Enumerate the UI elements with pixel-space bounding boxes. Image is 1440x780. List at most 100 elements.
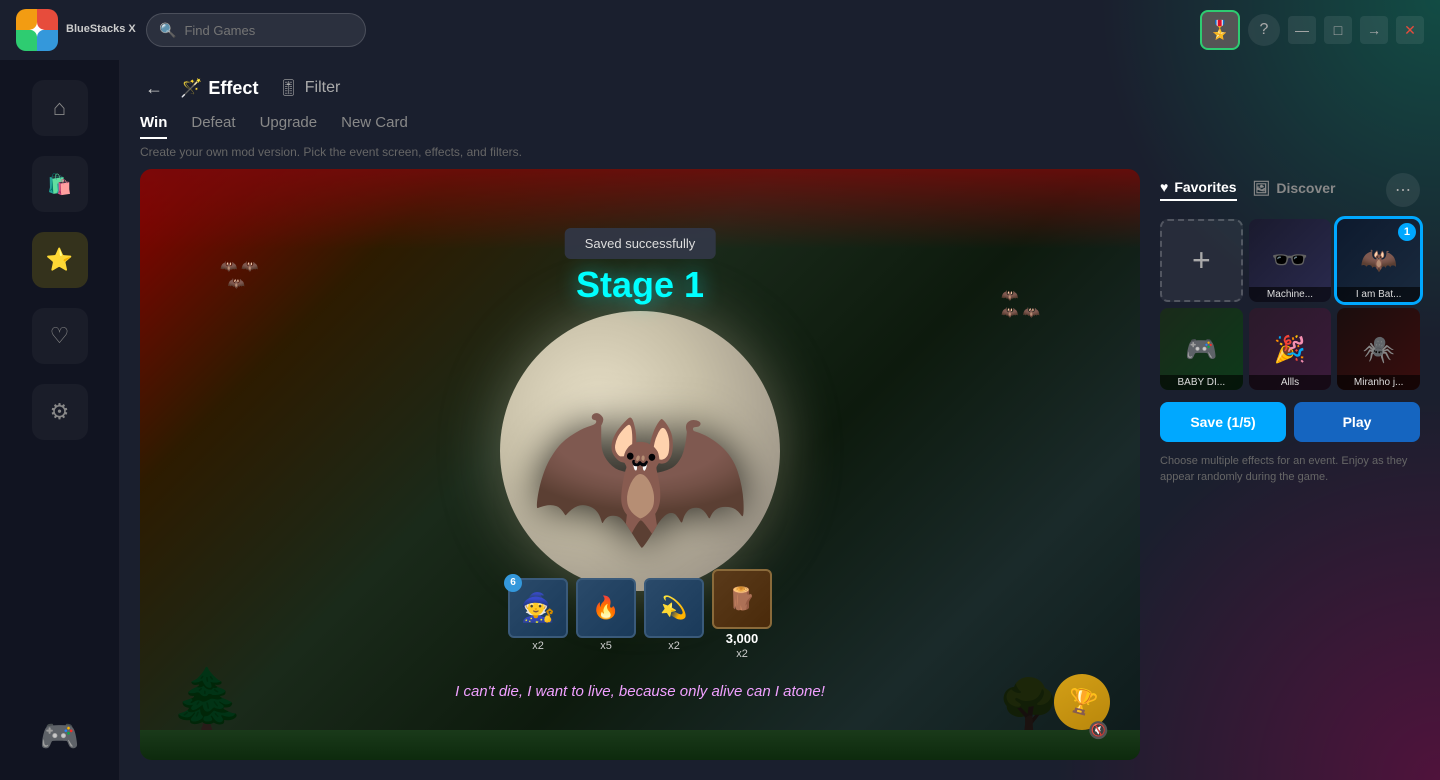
thumb-allls-label: Allls [1249, 375, 1332, 390]
section-header: 🪄 Effect [180, 78, 258, 99]
saved-toast: Saved successfully [565, 228, 716, 259]
card-row: 🧙 6 x2 🔥 x5 💫 [508, 569, 772, 660]
panel-tab-discover[interactable]: 🖼 Discover [1253, 179, 1336, 201]
thumbnails-grid: + 🕶️ Machine... 🦇 I am Bat... 1 🎮 BABY D… [1160, 219, 1420, 390]
thumb-batman-content: 🦇 [1360, 243, 1397, 278]
filter-icon: 🎚 [278, 78, 298, 98]
action-buttons: Save (1/5) Play [1160, 402, 1420, 442]
discover-label: Discover [1276, 180, 1335, 196]
titlebar-controls: 🎖️ ? — □ → ✕ [1200, 10, 1424, 50]
trophy-emoji: 🏆 [1064, 684, 1100, 720]
search-input[interactable] [184, 23, 353, 38]
share-icon: ⋯ [1395, 180, 1411, 200]
add-new-thumbnail[interactable]: + [1160, 219, 1243, 302]
card-3-icon: 💫 [660, 595, 687, 621]
search-bar[interactable]: 🔍 [146, 13, 366, 47]
thumb-miranho-content: 🕷️ [1362, 334, 1394, 365]
favorites-label: Favorites [1174, 179, 1236, 195]
forward-button[interactable]: → [1360, 16, 1388, 44]
thumb-machine[interactable]: 🕶️ Machine... [1249, 219, 1332, 302]
card-item-4: 🪵 3,000 x2 [712, 569, 772, 660]
subtitle-text: Create your own mod version. Pick the ev… [120, 139, 1440, 169]
section-title: Effect [208, 78, 258, 99]
sidebar-item-store[interactable]: 🛍️ [32, 156, 88, 212]
panel-tab-favorites[interactable]: ♥ Favorites [1160, 179, 1237, 201]
bluestacks-logo-icon: ✦ [16, 9, 58, 51]
card-1-badge: 6 [504, 574, 522, 592]
card-box-2: 🔥 [576, 578, 636, 638]
thumb-allls[interactable]: 🎉 Allls [1249, 308, 1332, 391]
minimize-button[interactable]: — [1288, 16, 1316, 44]
heart-icon: ♡ [50, 323, 70, 349]
tab-defeat[interactable]: Defeat [191, 114, 235, 139]
add-icon: + [1192, 242, 1211, 279]
card-4-count: x2 [736, 648, 748, 660]
main-content: ← 🪄 Effect 🎚 Filter Win Defeat Upgrade N… [120, 60, 1440, 780]
thumb-baby-di[interactable]: 🎮 BABY DI... [1160, 308, 1243, 391]
bluestacks-bottom-logo: 🎮 [36, 712, 84, 760]
right-panel: ♥ Favorites 🖼 Discover ⋯ + [1160, 169, 1420, 760]
card-3-count: x2 [668, 640, 680, 652]
tree-left: 🌲 [170, 664, 245, 735]
card-item-3: 💫 x2 [644, 578, 704, 652]
card-box-3: 💫 [644, 578, 704, 638]
thumb-miranho[interactable]: 🕷️ Miranho j... [1337, 308, 1420, 391]
tree-right: 🌳 [998, 676, 1060, 735]
thumb-batman-label: I am Bat... [1337, 287, 1420, 302]
thumb-miranho-label: Miranho j... [1337, 375, 1420, 390]
sidebar-bottom: 🎮 [36, 712, 84, 760]
favorites-icon: ♥ [1160, 179, 1168, 195]
avatar-button[interactable]: 🎖️ [1200, 10, 1240, 50]
app-logo: ✦ BlueStacks X [16, 9, 136, 51]
game-scene: 🦇 🦇 🦇 🦇 🦇🦇 🦇 🌲 🌳 Stage 1 Saved successfu… [140, 169, 1140, 760]
settings-icon: ⚙ [50, 399, 70, 425]
store-icon: 🛍️ [47, 172, 72, 197]
sidebar-item-effects[interactable]: ⭐ [32, 232, 88, 288]
thumb-batman-badge: 1 [1398, 223, 1416, 241]
card-4-number: 3,000 [726, 631, 759, 646]
tab-upgrade[interactable]: Upgrade [260, 114, 318, 139]
thumb-machine-label: Machine... [1249, 287, 1332, 302]
restore-button[interactable]: □ [1324, 16, 1352, 44]
close-button[interactable]: ✕ [1396, 16, 1424, 44]
batman-figure: 🦇 [528, 384, 752, 564]
content-area: 🦇 🦇 🦇 🦇 🦇🦇 🦇 🌲 🌳 Stage 1 Saved successfu… [120, 169, 1440, 780]
card-2-icon: 🔥 [592, 595, 619, 621]
thumb-allls-content: 🎉 [1274, 334, 1306, 365]
help-button[interactable]: ? [1248, 14, 1280, 46]
app-name: BlueStacks X [66, 23, 136, 36]
card-2-count: x5 [600, 640, 612, 652]
tab-win[interactable]: Win [140, 114, 167, 139]
share-button[interactable]: ⋯ [1386, 173, 1420, 207]
card-1-icon: 🧙 [521, 591, 556, 624]
filter-control[interactable]: 🎚 Filter [278, 78, 340, 98]
card-box-1: 🧙 6 [508, 578, 568, 638]
top-controls: ← 🪄 Effect 🎚 Filter [120, 60, 1440, 102]
card-1-count: x2 [532, 640, 544, 652]
sidebar-item-settings[interactable]: ⚙ [32, 384, 88, 440]
sidebar: ⌂ 🛍️ ⭐ ♡ ⚙ 🎮 [0, 60, 120, 780]
help-text: Choose multiple effects for an event. En… [1160, 454, 1420, 485]
card-4-icon: 🪵 [728, 586, 755, 612]
card-item-1: 🧙 6 x2 [508, 578, 568, 652]
event-tabs: Win Defeat Upgrade New Card [120, 102, 1440, 139]
thumb-baby-label: BABY DI... [1160, 375, 1243, 390]
thumb-batman[interactable]: 🦇 I am Bat... 1 [1337, 219, 1420, 302]
play-button[interactable]: Play [1294, 402, 1420, 442]
save-button[interactable]: Save (1/5) [1160, 402, 1286, 442]
avatar-icon: 🎖️ [1209, 20, 1231, 41]
titlebar: ✦ BlueStacks X 🔍 🎖️ ? — □ → ✕ [0, 0, 1440, 60]
effects-icon: ⭐ [46, 247, 73, 273]
sidebar-item-favorites[interactable]: ♡ [32, 308, 88, 364]
discover-icon: 🖼 [1253, 180, 1271, 197]
panel-header: ♥ Favorites 🖼 Discover ⋯ [1160, 173, 1420, 207]
preview-pane: 🦇 🦇 🦇 🦇 🦇🦇 🦇 🌲 🌳 Stage 1 Saved successfu… [140, 169, 1140, 760]
home-icon: ⌂ [53, 95, 66, 121]
effect-icon: 🪄 [180, 78, 202, 99]
bats-left: 🦇 🦇 🦇 [220, 258, 259, 292]
stage-text: Stage 1 [576, 264, 704, 306]
sidebar-item-home[interactable]: ⌂ [32, 80, 88, 136]
tab-new-card[interactable]: New Card [341, 114, 408, 139]
ground-element [140, 730, 1140, 760]
back-button[interactable]: ← [140, 74, 168, 102]
